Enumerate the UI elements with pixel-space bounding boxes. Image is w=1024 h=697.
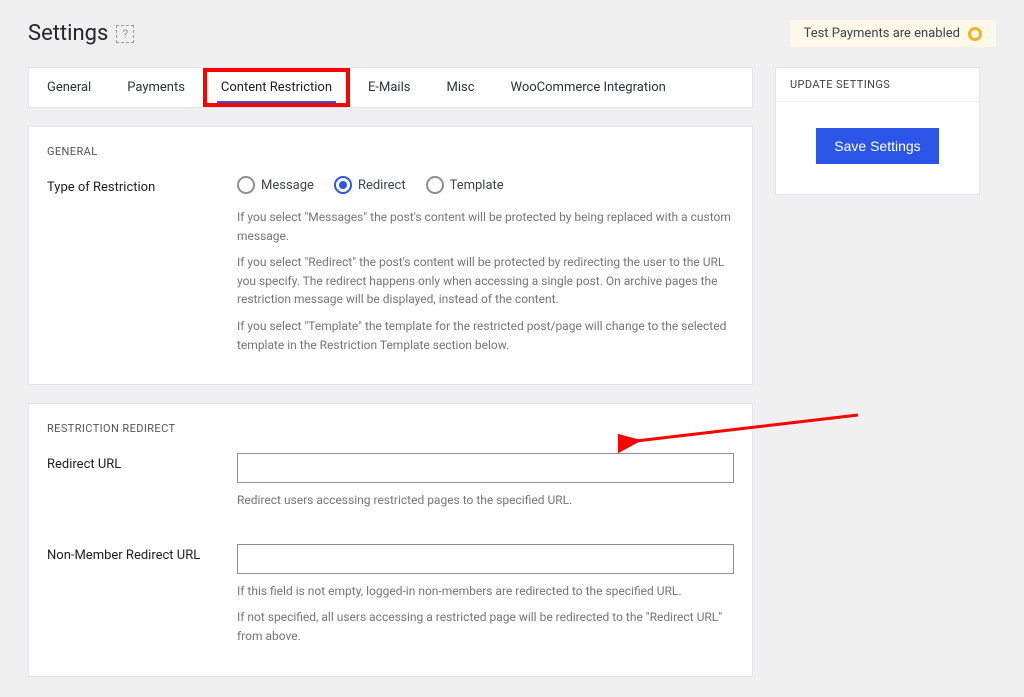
- spinner-icon: [968, 27, 982, 41]
- save-settings-button[interactable]: Save Settings: [816, 128, 938, 164]
- redirect-url-label: Redirect URL: [47, 453, 227, 472]
- restriction-desc-template: If you select "Template" the template fo…: [237, 317, 734, 354]
- radio-template[interactable]: Template: [426, 176, 504, 194]
- update-settings-heading: UPDATE SETTINGS: [776, 68, 979, 102]
- nonmember-redirect-url-label: Non-Member Redirect URL: [47, 544, 227, 563]
- nonmember-desc-2: If not specified, all users accessing a …: [237, 608, 734, 645]
- tab-payments[interactable]: Payments: [109, 68, 203, 107]
- notice-text: Test Payments are enabled: [804, 26, 960, 41]
- restriction-type-label: Type of Restriction: [47, 176, 227, 195]
- radio-message-label: Message: [261, 178, 314, 193]
- nonmember-redirect-url-input[interactable]: [237, 544, 734, 574]
- radio-circle-icon: [237, 176, 255, 194]
- radio-redirect[interactable]: Redirect: [334, 176, 406, 194]
- restriction-desc-message: If you select "Messages" the post's cont…: [237, 208, 734, 245]
- update-settings-box: UPDATE SETTINGS Save Settings: [775, 67, 980, 195]
- radio-template-label: Template: [450, 178, 504, 193]
- tab-content-restriction[interactable]: Content Restriction: [203, 68, 350, 107]
- general-heading: GENERAL: [47, 145, 734, 158]
- restriction-redirect-section: RESTRICTION REDIRECT Redirect URL Redire…: [28, 403, 753, 676]
- tab-general[interactable]: General: [29, 68, 109, 107]
- redirect-url-desc: Redirect users accessing restricted page…: [237, 491, 734, 510]
- page-title: Settings: [28, 21, 108, 46]
- redirect-url-input[interactable]: [237, 453, 734, 483]
- help-icon[interactable]: ?: [116, 25, 134, 43]
- radio-message[interactable]: Message: [237, 176, 314, 194]
- general-section: GENERAL Type of Restriction Message Redi…: [28, 126, 753, 385]
- nonmember-desc-1: If this field is not empty, logged-in no…: [237, 582, 734, 601]
- radio-redirect-label: Redirect: [358, 178, 406, 193]
- tab-misc[interactable]: Misc: [428, 68, 492, 107]
- tab-woocommerce-integration[interactable]: WooCommerce Integration: [493, 68, 684, 107]
- test-payments-notice: Test Payments are enabled: [790, 20, 996, 47]
- settings-tabs: General Payments Content Restriction E-M…: [28, 67, 753, 108]
- radio-circle-selected-icon: [334, 176, 352, 194]
- restriction-desc-redirect: If you select "Redirect" the post's cont…: [237, 253, 734, 309]
- tab-emails[interactable]: E-Mails: [350, 68, 428, 107]
- radio-circle-icon: [426, 176, 444, 194]
- restriction-redirect-heading: RESTRICTION REDIRECT: [47, 422, 734, 435]
